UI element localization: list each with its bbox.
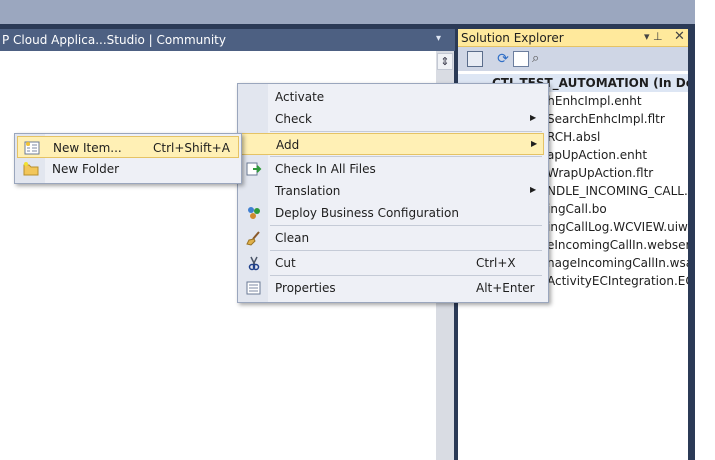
- new-folder-icon: [23, 161, 39, 177]
- tree-item-label: ingCall.bo: [547, 202, 607, 216]
- split-view-icon[interactable]: ⇕: [437, 53, 453, 70]
- tree-item-label: ingCallLog.WCVIEW.uiwocv: [547, 220, 688, 234]
- submenu-arrow-icon: ▶: [531, 139, 538, 148]
- menu-item-label: Properties: [275, 281, 336, 295]
- properties-icon: [246, 280, 262, 296]
- menu-item-label: Activate: [275, 90, 325, 104]
- solution-explorer-toolbar: ⟳ ⌕: [458, 47, 688, 71]
- scissors-icon: [246, 255, 262, 271]
- menu-item-shortcut: Alt+Enter: [476, 281, 535, 295]
- window-title-bar: [0, 0, 695, 24]
- menu-separator: [270, 131, 542, 132]
- close-icon[interactable]: ✕: [674, 29, 685, 44]
- broom-icon: [246, 230, 262, 246]
- tree-item-label: rchEnhcImpl.enht: [536, 94, 642, 108]
- tree-item-label: NDLE_INCOMING_CALL.ab: [547, 184, 688, 198]
- tree-item-label: WrapUpAction.fltr: [547, 166, 654, 180]
- menu-separator: [270, 250, 542, 251]
- tree-item-label: eIncomingCallIn.webservic: [547, 238, 688, 252]
- solution-explorer-header: Solution Explorer ▾ ⊥ ✕: [458, 29, 688, 47]
- menu-item-label: Deploy Business Configuration: [275, 206, 459, 220]
- new-item-icon: [24, 140, 40, 156]
- pin-icon[interactable]: ▾ ⊥: [644, 30, 663, 43]
- check-in-icon: [246, 161, 262, 177]
- show-all-files-icon[interactable]: [513, 51, 529, 67]
- refresh-icon[interactable]: ⟳: [495, 51, 511, 67]
- submenu-item-new-item[interactable]: New Item... Ctrl+Shift+A: [17, 136, 239, 158]
- menu-item-label: Check: [275, 112, 312, 126]
- deploy-icon: [246, 205, 262, 221]
- menu-item-label: Add: [276, 138, 300, 152]
- document-tab-header: P Cloud Applica...Studio | Community ▾: [0, 29, 455, 51]
- menu-separator: [270, 275, 542, 276]
- menu-item-properties[interactable]: Properties Alt+Enter: [240, 277, 544, 299]
- menu-item-clean[interactable]: Clean: [240, 227, 544, 249]
- menu-separator: [270, 156, 542, 157]
- tree-item-label: ActivityECIntegration.EC.u: [547, 274, 688, 288]
- menu-item-shortcut: Ctrl+X: [476, 256, 516, 270]
- tree-item-label: SearchEnhcImpl.fltr: [547, 112, 665, 126]
- context-menu: Activate Check ▶ Add ▶ Check In All File…: [237, 83, 549, 303]
- submenu-item-shortcut: Ctrl+Shift+A: [153, 141, 230, 155]
- menu-item-check[interactable]: Check ▶: [240, 108, 544, 130]
- menu-item-label: Cut: [275, 256, 296, 270]
- menu-item-translation[interactable]: Translation ▶: [240, 180, 544, 202]
- menu-item-cut[interactable]: Cut Ctrl+X: [240, 252, 544, 274]
- submenu-arrow-icon: ▶: [530, 185, 537, 194]
- submenu-item-new-folder[interactable]: New Folder: [17, 158, 239, 180]
- tree-item-label: nageIncomingCallIn.wsaut: [547, 256, 688, 270]
- submenu-item-label: New Folder: [52, 162, 120, 176]
- menu-separator: [270, 225, 542, 226]
- search-icon[interactable]: ⌕: [532, 51, 548, 67]
- screen-edge: [695, 0, 715, 460]
- menu-item-label: Clean: [275, 231, 310, 245]
- tab-dropdown-icon[interactable]: ▾: [436, 33, 441, 44]
- menu-item-activate[interactable]: Activate: [240, 86, 544, 108]
- document-tab-title[interactable]: P Cloud Applica...Studio | Community: [2, 33, 226, 47]
- properties-toolbar-icon[interactable]: [467, 51, 483, 67]
- add-submenu: New Item... Ctrl+Shift+A New Folder: [14, 133, 242, 184]
- tree-item-label: RCH.absl: [547, 130, 601, 144]
- menu-item-label: Check In All Files: [275, 162, 376, 176]
- menu-item-check-in-all-files[interactable]: Check In All Files: [240, 158, 544, 180]
- menu-item-deploy-business-configuration[interactable]: Deploy Business Configuration: [240, 202, 544, 224]
- solution-explorer-title: Solution Explorer: [461, 31, 564, 45]
- menu-item-add[interactable]: Add ▶: [240, 133, 544, 155]
- submenu-arrow-icon: ▶: [530, 113, 537, 122]
- tree-item-label: apUpAction.enht: [547, 148, 648, 162]
- menu-item-label: Translation: [275, 184, 341, 198]
- submenu-item-label: New Item...: [53, 141, 122, 155]
